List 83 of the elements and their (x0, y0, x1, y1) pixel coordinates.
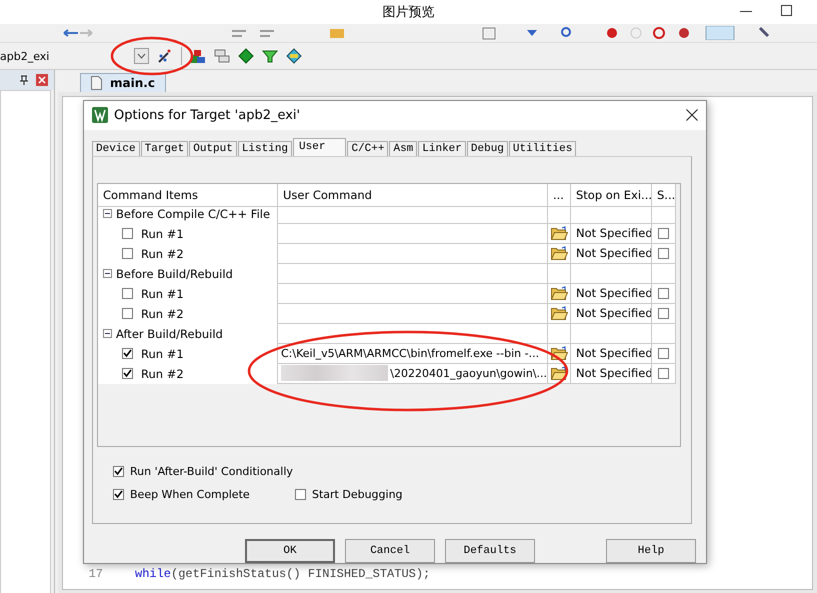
dropdown-button[interactable] (134, 48, 149, 64)
column-header: ... (548, 184, 571, 207)
tab[interactable]: Device (92, 140, 140, 156)
windows-icon[interactable] (214, 48, 230, 64)
tree-item[interactable]: After Build/Rebuild (116, 326, 223, 341)
collapse-icon[interactable] (103, 209, 112, 218)
tree-item[interactable]: Run #2 (141, 306, 184, 321)
collapse-icon[interactable] (103, 329, 112, 338)
tab[interactable]: C/C++ (347, 140, 388, 156)
checkbox[interactable] (122, 308, 133, 320)
folder-icon[interactable] (550, 346, 568, 360)
command-field[interactable] (278, 244, 548, 264)
collapse-icon[interactable] (103, 269, 112, 278)
close-icon[interactable] (686, 109, 698, 122)
dialog-button[interactable]: Help (606, 539, 696, 563)
funnel-icon[interactable] (262, 48, 278, 64)
checkbox[interactable] (122, 368, 133, 380)
tree-item[interactable]: Before Build/Rebuild (116, 266, 233, 281)
checkbox-label[interactable]: Beep When Complete (130, 488, 250, 501)
tab[interactable]: Target (140, 140, 188, 156)
tree-item[interactable]: Run #1 (141, 286, 184, 301)
tab[interactable]: Linker (418, 140, 466, 156)
folder-icon[interactable] (550, 226, 568, 240)
maximize-icon[interactable] (781, 5, 792, 16)
tree-item[interactable]: Before Compile C/C++ File (116, 206, 270, 221)
file-tab[interactable]: main.c (80, 73, 166, 92)
folder-icon[interactable] (550, 306, 568, 320)
checkbox[interactable] (295, 488, 306, 500)
tab[interactable]: Utilities (508, 140, 576, 156)
checkbox[interactable] (658, 248, 669, 259)
target-select[interactable]: apb2_exi (0, 50, 118, 62)
tree-item[interactable]: Run #1 (141, 226, 184, 241)
tree-item[interactable]: Run #2 (141, 246, 184, 261)
checkbox[interactable] (658, 308, 669, 319)
build-icon[interactable] (190, 48, 206, 64)
command-text: C:\Keil_v5\ARM\ARMCC\bin\fromelf.exe --bin -... (281, 346, 540, 360)
tree-item[interactable]: Run #2 (141, 366, 184, 381)
dialog-button[interactable]: OK (245, 539, 335, 563)
column-header: Stop on Exi... (571, 184, 652, 207)
document-icon (91, 76, 102, 90)
column-header: Command Items (98, 184, 278, 207)
command-field[interactable] (278, 284, 548, 304)
column-header: User Command (278, 184, 548, 207)
folder-icon[interactable] (550, 246, 568, 260)
folder-icon[interactable] (550, 286, 568, 300)
checkbox[interactable] (113, 466, 124, 477)
tab[interactable]: Output (189, 140, 237, 156)
checkbox-label[interactable]: Run 'After-Build' Conditionally (130, 464, 293, 478)
tab[interactable]: Listing (238, 140, 292, 156)
checkbox[interactable] (658, 288, 669, 299)
checkbox[interactable] (122, 288, 133, 300)
tree-item[interactable]: Run #1 (141, 346, 184, 361)
dialog-button[interactable]: Cancel (345, 539, 435, 563)
pin-icon[interactable] (20, 75, 28, 85)
diamond-icon[interactable] (238, 48, 254, 64)
tab[interactable]: User (293, 138, 346, 156)
dialog-title: Options for Target 'apb2_exi' (114, 108, 302, 123)
file-tab-label: main.c (110, 76, 155, 90)
folder-icon[interactable] (550, 366, 568, 380)
window-title: 图片预览 (382, 4, 434, 21)
checkbox[interactable] (658, 228, 669, 239)
checkbox[interactable] (113, 488, 124, 500)
code-line: while(getFinishStatus() FINISHED_STATUS); (135, 567, 430, 581)
command-field[interactable] (278, 304, 548, 324)
minimize-icon[interactable] (740, 11, 752, 13)
dialog-button[interactable]: Defaults (445, 539, 535, 563)
grid-icon[interactable] (286, 48, 302, 64)
line-number: 17 (88, 567, 103, 581)
command-text: \20220401_gaoyun\gowin\... (390, 366, 547, 380)
checkbox[interactable] (658, 368, 669, 379)
tab[interactable]: Debug (466, 140, 508, 156)
column-header: S... (652, 184, 676, 207)
checkbox[interactable] (122, 228, 133, 240)
tab[interactable]: Asm (389, 140, 418, 156)
checkbox[interactable] (122, 248, 133, 260)
checkbox[interactable] (122, 348, 133, 360)
app-logo-icon (92, 107, 108, 124)
command-field[interactable]: C:\Keil_v5\ARM\ARMCC\bin\fromelf.exe --bin -... (278, 344, 548, 364)
command-field[interactable] (278, 224, 548, 244)
checkbox-label[interactable]: Start Debugging (312, 488, 403, 501)
wand-icon[interactable] (157, 48, 173, 64)
checkbox[interactable] (658, 348, 669, 359)
command-field[interactable]: \20220401_gaoyun\gowin\... (278, 364, 548, 384)
